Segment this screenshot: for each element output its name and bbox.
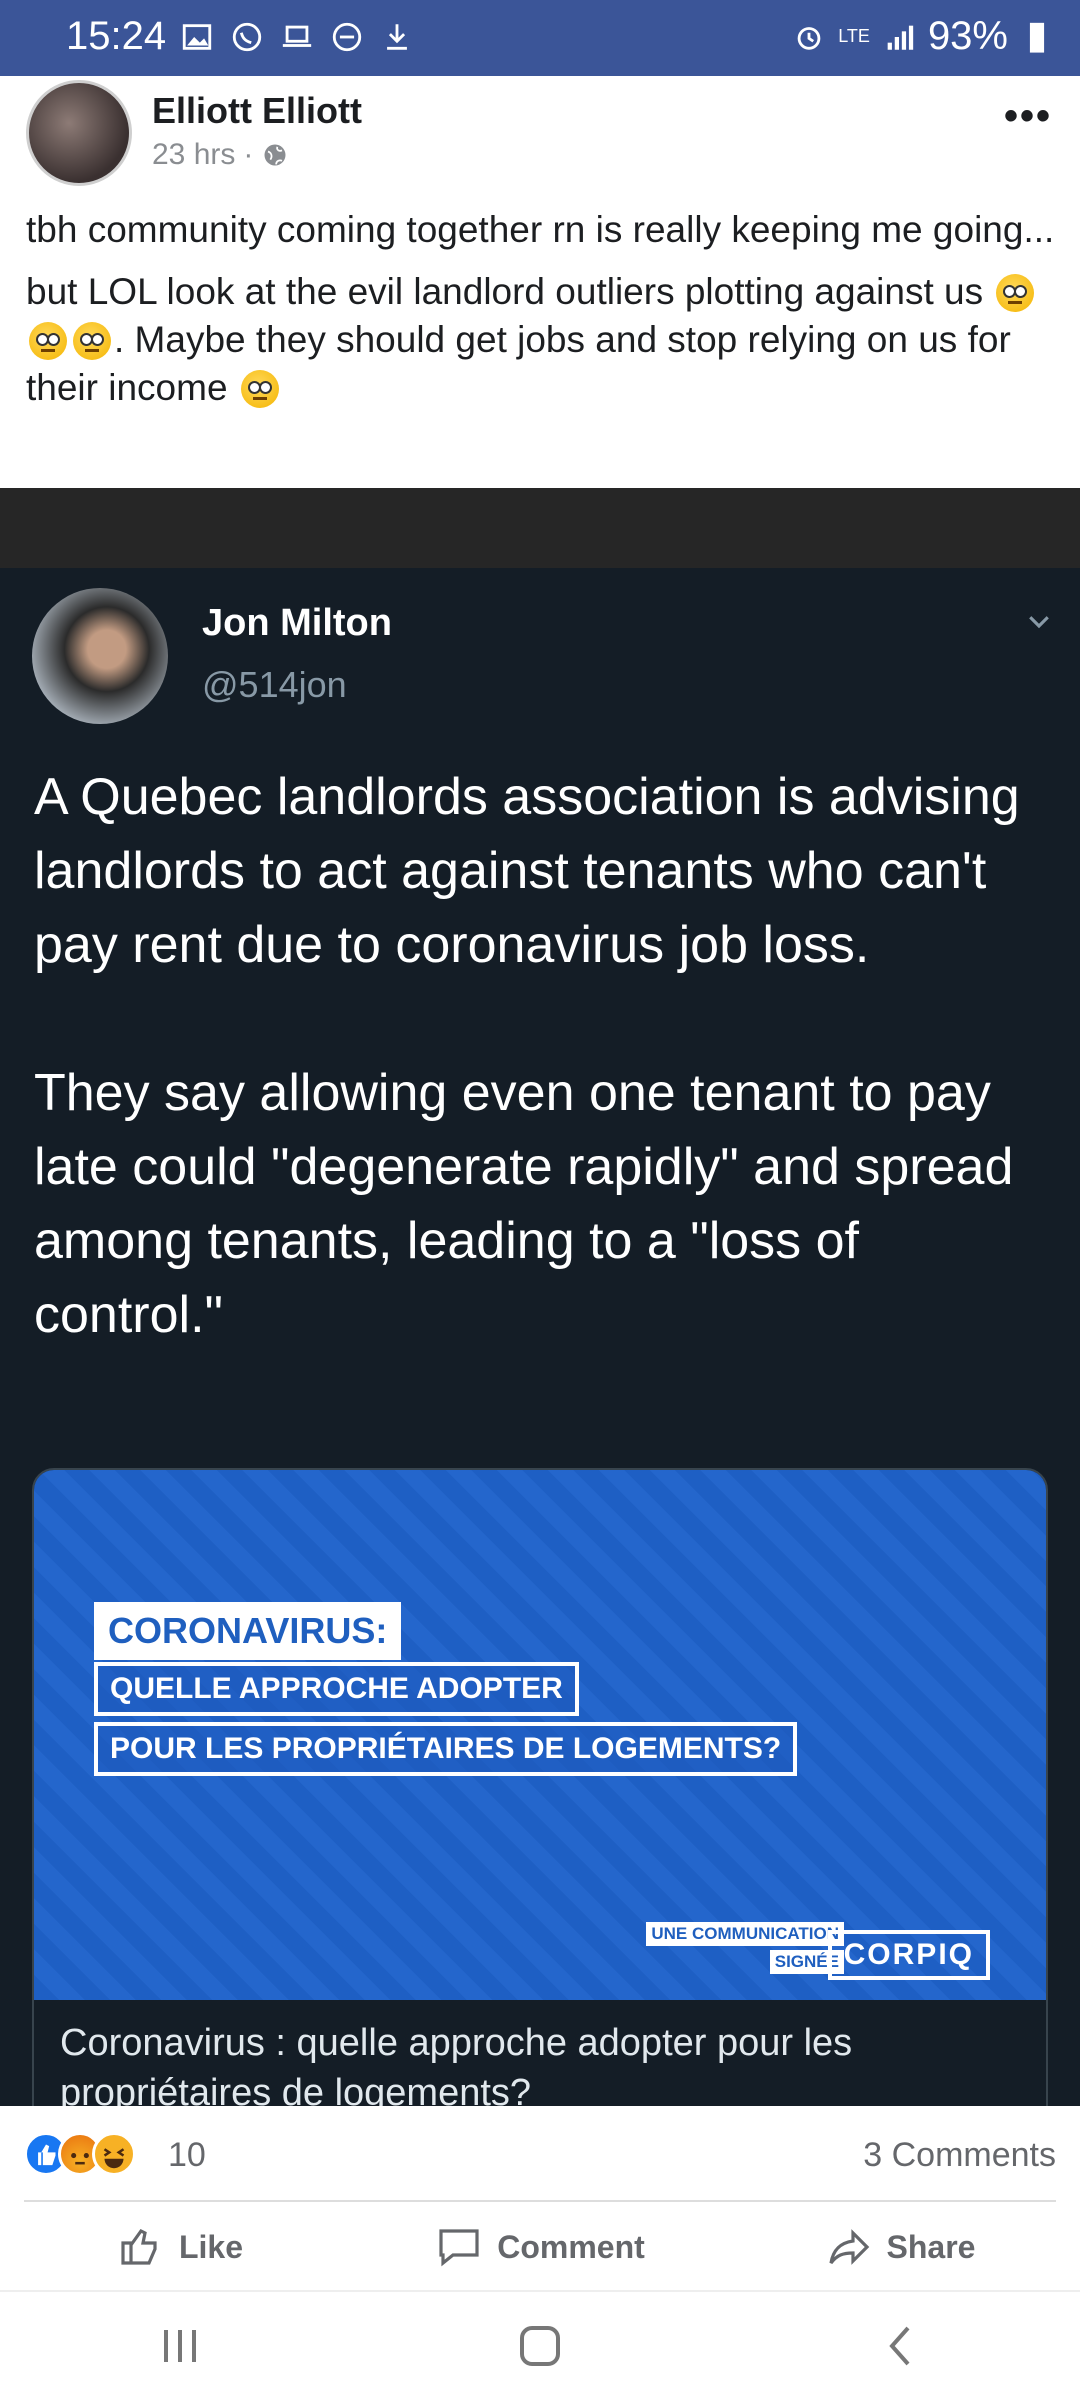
- back-icon: [889, 2326, 910, 2366]
- author-name[interactable]: Elliott Elliott: [152, 90, 362, 132]
- image-top-bar: [0, 488, 1080, 568]
- recents-icon: [164, 2330, 196, 2362]
- eye-roll-emoji-icon: [996, 274, 1035, 312]
- post-paragraph-text: tbh community coming together rn is real…: [26, 209, 1055, 250]
- link-card: CORONAVIRUS: QUELLE APPROCHE ADOPTER POU…: [32, 1468, 1048, 2106]
- card-sign-line-1: UNE COMMUNICATION: [646, 1922, 844, 1946]
- tweet-avatar: [32, 588, 168, 724]
- tweet-author-name: Jon Milton: [202, 602, 392, 644]
- link-card-image: CORONAVIRUS: QUELLE APPROCHE ADOPTER POU…: [34, 1470, 1046, 2000]
- comments-count[interactable]: 3 Comments: [863, 2136, 1056, 2175]
- reactions-bar[interactable]: 10 3 Comments: [0, 2106, 1080, 2200]
- post-paragraph-text: but LOL look at the evil landlord outlie…: [26, 271, 984, 312]
- card-caption: Coronavirus : quelle approche adopter po…: [60, 2022, 853, 2106]
- divider: [24, 2200, 1056, 2202]
- like-button[interactable]: Like: [0, 2204, 360, 2290]
- card-title: CORONAVIRUS:: [94, 1602, 402, 1660]
- post-meta: 23 hrs ·: [152, 138, 289, 172]
- reaction-icons: [24, 2132, 136, 2176]
- reaction-count[interactable]: 10: [168, 2136, 206, 2175]
- card-line-2: POUR LES PROPRIÉTAIRES DE LOGEMENTS?: [94, 1722, 798, 1776]
- tweet-body: A Quebec landlords association is advisi…: [34, 760, 1054, 1426]
- post-header: Elliott Elliott 23 hrs · •••: [0, 76, 1080, 196]
- card-line-1: QUELLE APPROCHE ADOPTER: [94, 1662, 579, 1716]
- post-time[interactable]: 23 hrs: [152, 138, 235, 172]
- laptop-icon: [282, 25, 312, 47]
- dnd-icon: [332, 22, 362, 52]
- post-text: tbh community coming together rn is real…: [26, 206, 1056, 426]
- tweet-paragraph: They say allowing even one tenant to pay…: [34, 1064, 1014, 1344]
- home-icon: [520, 2326, 560, 2366]
- status-time: 15:24: [66, 14, 167, 58]
- post-paragraph: but LOL look at the evil landlord outlie…: [26, 268, 1056, 412]
- notification-icons: [180, 20, 414, 54]
- eye-roll-emoji-icon: [240, 370, 279, 408]
- action-bar: Like Comment Share: [0, 2204, 1080, 2290]
- back-button[interactable]: [870, 2316, 930, 2376]
- like-label: Like: [178, 2228, 244, 2265]
- tweet-paragraph: A Quebec landlords association is advisi…: [34, 768, 1020, 974]
- haha-reaction-icon: [92, 2132, 136, 2176]
- author-avatar[interactable]: [26, 80, 132, 186]
- globe-icon: [264, 144, 286, 166]
- comment-button[interactable]: Comment: [360, 2204, 720, 2290]
- share-icon: [828, 2229, 869, 2265]
- more-options-icon[interactable]: •••: [1004, 94, 1052, 139]
- whatsapp-icon: [232, 22, 262, 52]
- network-label: LTE: [838, 26, 870, 46]
- share-label: Share: [886, 2228, 976, 2265]
- share-button[interactable]: Share: [720, 2204, 1080, 2290]
- home-button[interactable]: [510, 2316, 570, 2376]
- battery-icon: [1029, 22, 1045, 53]
- comment-icon: [439, 2229, 479, 2267]
- chevron-down-icon: [1029, 616, 1049, 629]
- shared-image[interactable]: Jon Milton @514jon A Quebec landlords as…: [0, 488, 1080, 2106]
- eye-roll-emoji-icon: [29, 322, 67, 360]
- gallery-icon: [182, 24, 212, 50]
- status-right: LTE 93%: [792, 14, 1054, 59]
- download-icon: [387, 24, 407, 50]
- signal-icon: [887, 25, 914, 50]
- status-bar: 15:24 LTE 93%: [0, 0, 1080, 76]
- eye-roll-emoji-icon: [73, 322, 111, 360]
- card-signature: UNE COMMUNICATION SIGNÉE: [564, 1922, 844, 1978]
- battery-percent: 93%: [927, 14, 1008, 58]
- comment-label: Comment: [497, 2228, 645, 2265]
- tweet-handle: @514jon: [202, 664, 347, 705]
- post-paragraph: tbh community coming together rn is real…: [26, 206, 1056, 254]
- corpiq-logo: CORPIQ: [827, 1930, 990, 1980]
- meta-dot: ·: [243, 138, 254, 171]
- post-paragraph-text: . Maybe they should get jobs and stop re…: [26, 319, 1011, 408]
- system-nav-bar: [0, 2290, 1080, 2400]
- recent-apps-button[interactable]: [150, 2316, 210, 2376]
- alarm-icon: [797, 26, 821, 50]
- thumbs-up-icon: [121, 2228, 157, 2265]
